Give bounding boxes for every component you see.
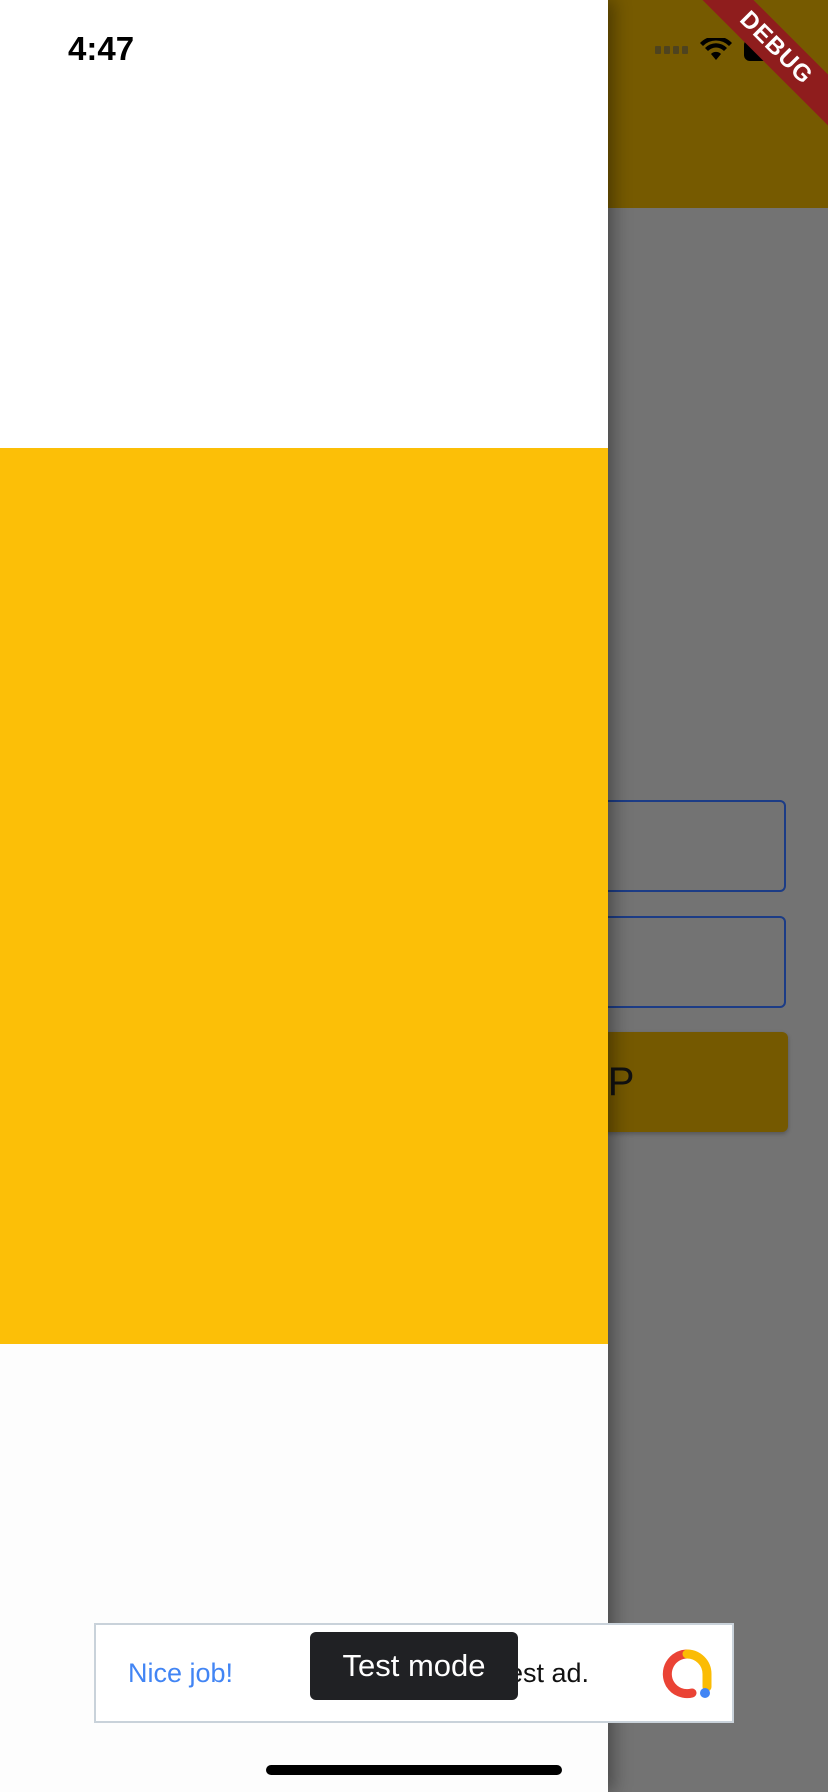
test-mode-badge: Test mode [310, 1632, 518, 1700]
navigation-drawer[interactable] [0, 0, 608, 1792]
ad-headline[interactable]: Nice job! [128, 1658, 233, 1689]
cellular-signal-icon [655, 46, 688, 54]
drawer-header [0, 448, 608, 1344]
admob-logo-icon [662, 1649, 712, 1699]
wifi-icon [700, 38, 732, 60]
ad-body-text: est ad. [508, 1658, 590, 1688]
home-indicator[interactable] [266, 1765, 562, 1775]
status-time: 4:47 [68, 30, 135, 67]
